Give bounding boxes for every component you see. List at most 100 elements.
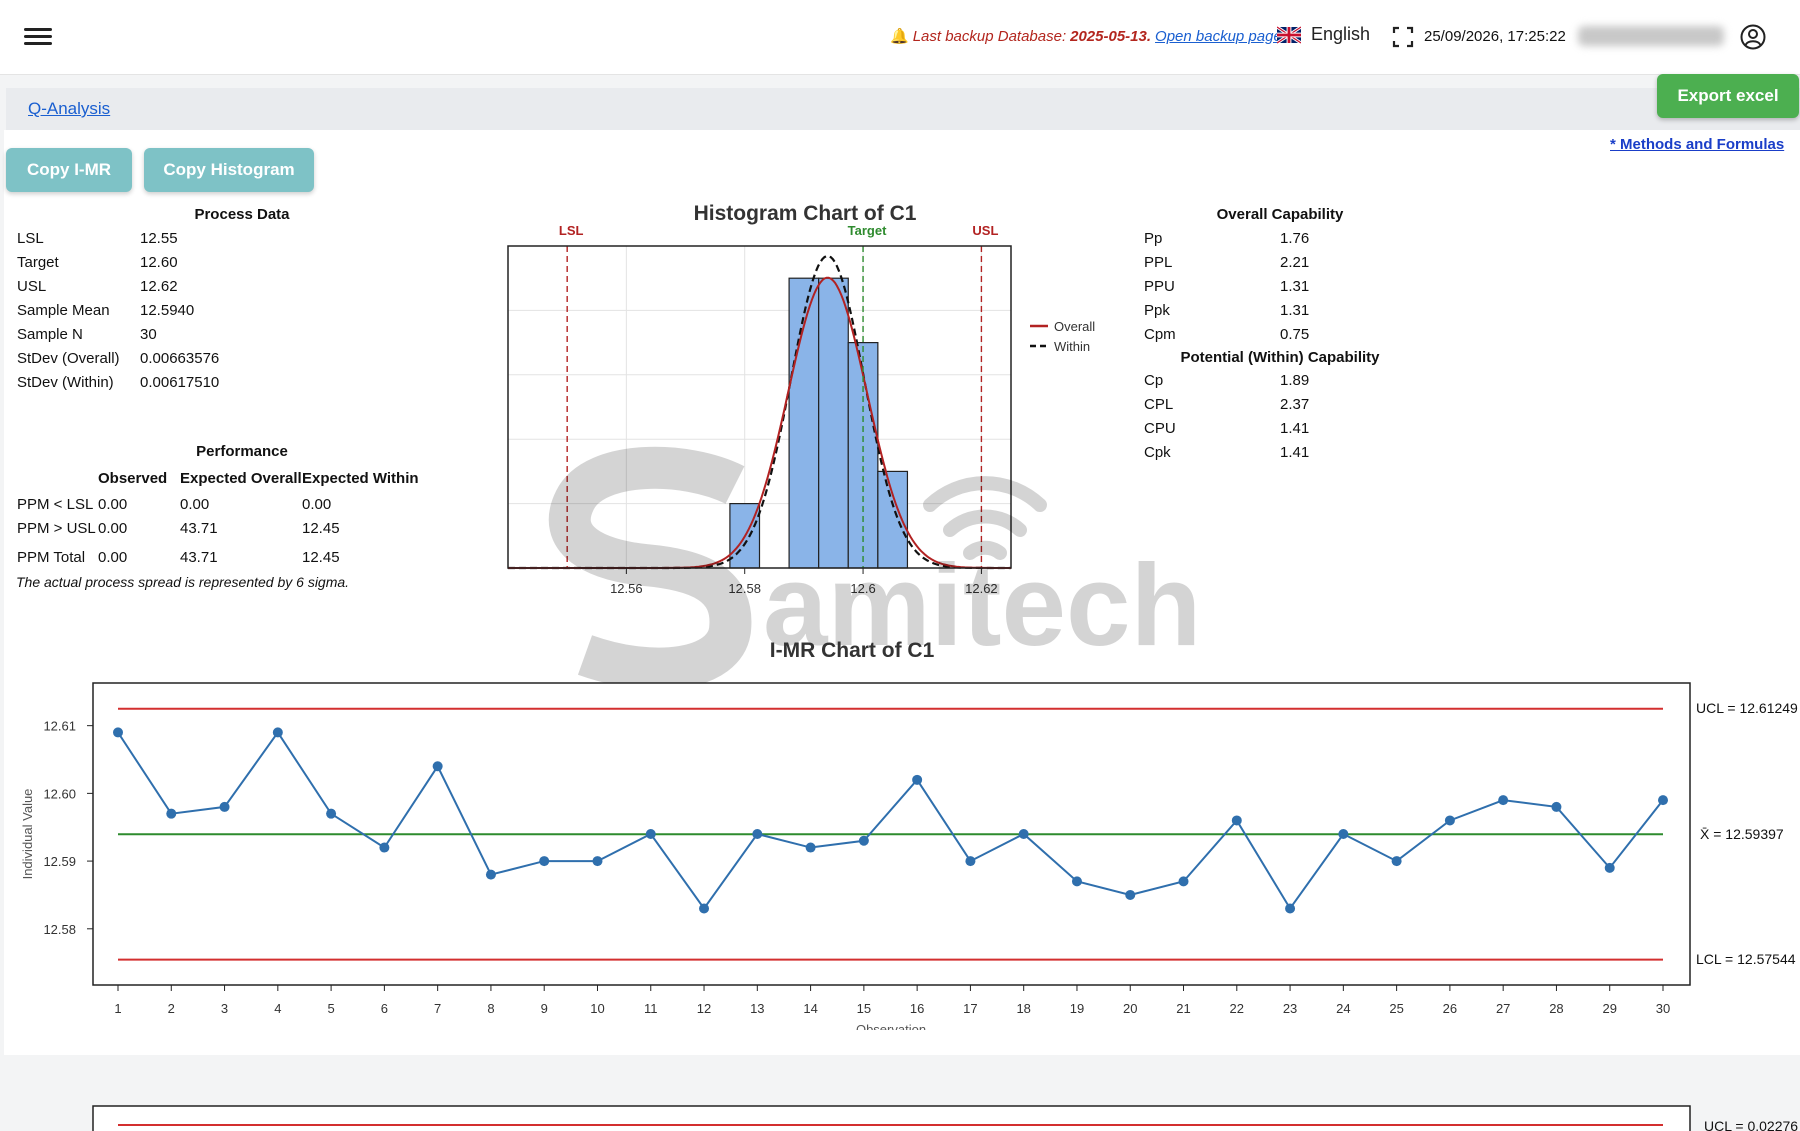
process-data-row: Sample N 30 bbox=[17, 323, 317, 347]
x-tick-label: 11 bbox=[644, 1001, 658, 1016]
perf-within: 12.45 bbox=[302, 549, 340, 566]
data-point bbox=[1231, 815, 1242, 826]
data-point bbox=[113, 727, 123, 738]
x-tick-label: 14 bbox=[803, 1001, 817, 1016]
open-backup-link[interactable]: Open backup page bbox=[1155, 28, 1282, 45]
capability-row: Ppk 1.31 bbox=[1144, 299, 1444, 323]
lsl-label: LSL bbox=[559, 223, 584, 238]
y-tick-label: 12.60 bbox=[43, 786, 76, 801]
data-point bbox=[219, 801, 230, 812]
col-expected-overall: Expected Overall bbox=[180, 470, 302, 487]
export-excel-button[interactable]: Export excel bbox=[1657, 74, 1799, 118]
data-point bbox=[379, 842, 390, 853]
x-tick-label: 19 bbox=[1070, 1001, 1084, 1016]
center-label: X̄ = 12.59397 bbox=[1700, 826, 1784, 842]
row-value: 1.31 bbox=[1280, 302, 1310, 319]
copy-histogram-button[interactable]: Copy Histogram bbox=[144, 148, 314, 192]
capability-row: CPL 2.37 bbox=[1144, 393, 1444, 417]
x-tick-label: 2 bbox=[168, 1001, 175, 1016]
sigma-note: The actual process spread is represented… bbox=[16, 574, 350, 590]
copy-imr-button[interactable]: Copy I-MR bbox=[6, 148, 132, 192]
perf-overall: 0.00 bbox=[180, 496, 210, 513]
menu-icon[interactable] bbox=[24, 24, 52, 50]
language-label: English bbox=[1311, 24, 1371, 44]
data-point bbox=[326, 808, 337, 819]
row-label: PPU bbox=[1144, 278, 1175, 295]
capability-row: Pp 1.76 bbox=[1144, 227, 1444, 251]
capability-row: Cpm 0.75 bbox=[1144, 323, 1444, 347]
perf-observed: 0.00 bbox=[98, 549, 128, 566]
x-tick-label: 27 bbox=[1496, 1001, 1510, 1016]
current-datetime: 25/09/2026, 17:25:22 bbox=[1424, 28, 1566, 45]
data-point bbox=[912, 774, 923, 785]
row-value: 2.21 bbox=[1280, 254, 1310, 271]
capability-row: Cp 1.89 bbox=[1144, 369, 1444, 393]
row-value: 0.75 bbox=[1280, 326, 1310, 343]
perf-overall: 43.71 bbox=[180, 520, 218, 537]
process-data-row: LSL 12.55 bbox=[17, 227, 317, 251]
x-tick-label: 13 bbox=[750, 1001, 764, 1016]
row-label: Cpm bbox=[1144, 326, 1176, 343]
x-tick-label: 29 bbox=[1602, 1001, 1616, 1016]
data-point bbox=[965, 856, 976, 867]
histogram-title: Histogram Chart of C1 bbox=[694, 202, 917, 225]
x-tick-label: 23 bbox=[1283, 1001, 1297, 1016]
row-value: 1.41 bbox=[1280, 444, 1310, 461]
user-account-icon[interactable] bbox=[1740, 24, 1766, 50]
data-point bbox=[752, 829, 763, 839]
process-data-table: LSL 12.55 Target 12.60 USL 12.62 Sample Mea… bbox=[17, 227, 317, 395]
row-value: 2.37 bbox=[1280, 396, 1310, 413]
histogram-bar bbox=[818, 277, 849, 569]
lcl-label: LCL = 12.57544 bbox=[1696, 951, 1796, 967]
row-label: Target bbox=[17, 254, 59, 271]
row-label: StDev (Within) bbox=[17, 374, 114, 391]
fullscreen-icon[interactable] bbox=[1392, 26, 1414, 48]
x-tick-label: 24 bbox=[1336, 1001, 1350, 1016]
x-tick-label: 26 bbox=[1443, 1001, 1457, 1016]
process-data-row: USL 12.62 bbox=[17, 275, 317, 299]
x-tick-label: 5 bbox=[327, 1001, 334, 1016]
row-label: Sample N bbox=[17, 326, 83, 343]
perf-overall: 43.71 bbox=[180, 549, 218, 566]
data-point bbox=[1444, 815, 1455, 826]
mr-frame bbox=[92, 1105, 1691, 1131]
imr-chart: I-MR Chart of C1 1 2 3 4 5 6 7 8 9 10 11 12 13 14 15 16… bbox=[20, 639, 1798, 1030]
perf-observed: 0.00 bbox=[98, 520, 128, 537]
capability-row: PPU 1.31 bbox=[1144, 275, 1444, 299]
data-point bbox=[1285, 903, 1296, 914]
histogram-bar bbox=[788, 277, 820, 569]
col-observed: Observed bbox=[98, 470, 168, 487]
x-tick-label: 21 bbox=[1176, 1001, 1190, 1016]
data-point bbox=[539, 856, 550, 867]
row-label: Cp bbox=[1144, 372, 1164, 389]
data-point bbox=[166, 808, 177, 819]
x-tick-label: 9 bbox=[541, 1001, 548, 1016]
data-point bbox=[858, 835, 869, 846]
process-data-row: Sample Mean 12.5940 bbox=[17, 299, 317, 323]
username-blurred bbox=[1578, 26, 1724, 46]
breadcrumb-q-analysis[interactable]: Q-Analysis bbox=[28, 99, 110, 119]
x-tick-label: 4 bbox=[274, 1001, 281, 1016]
y-tick-label: 12.58 bbox=[43, 922, 76, 937]
legend-within-label: Within bbox=[1054, 339, 1090, 354]
bell-icon: 🔔 bbox=[890, 28, 909, 45]
y-tick-label: 12.61 bbox=[43, 719, 76, 734]
row-label: LSL bbox=[17, 230, 44, 247]
data-point bbox=[1391, 856, 1402, 867]
data-point bbox=[1338, 829, 1349, 839]
methods-formulas-link[interactable]: * Methods and Formulas bbox=[1610, 136, 1784, 153]
usl-label: USL bbox=[972, 223, 998, 238]
row-value: 12.5940 bbox=[140, 302, 195, 319]
backup-label: Last backup Database: bbox=[912, 28, 1067, 45]
data-point bbox=[1071, 876, 1082, 887]
imr-title: I-MR Chart of C1 bbox=[770, 639, 935, 662]
language-selector[interactable]: English bbox=[1277, 24, 1370, 45]
capability-row: CPU 1.41 bbox=[1144, 417, 1444, 441]
x-tick-label: 17 bbox=[963, 1001, 977, 1016]
performance-title: Performance bbox=[196, 443, 288, 460]
capability-row: PPL 2.21 bbox=[1144, 251, 1444, 275]
top-bar: 🔔 Last backup Database: 2025-05-13. Open ba… bbox=[0, 0, 1800, 75]
x-tick-label: 20 bbox=[1123, 1001, 1137, 1016]
data-point bbox=[1604, 862, 1615, 873]
backup-notice: 🔔 Last backup Database: 2025-05-13. Open ba… bbox=[890, 27, 1282, 45]
